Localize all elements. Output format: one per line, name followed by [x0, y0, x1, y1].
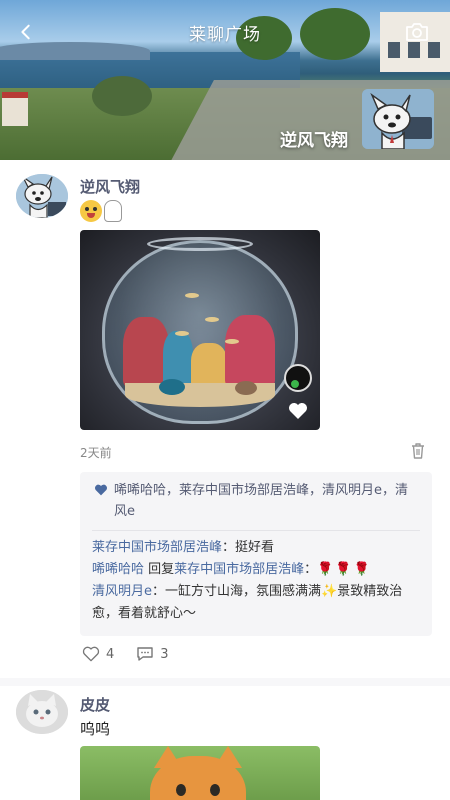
post-actions: 4 3: [82, 646, 191, 662]
cat-avatar-image: [16, 690, 68, 734]
cover-user-name: 逆风飞翔: [280, 131, 348, 151]
like-button[interactable]: 4: [82, 646, 114, 662]
post-time: 2天前: [80, 446, 112, 460]
stone: [235, 381, 257, 395]
cat-eye: [176, 784, 186, 796]
author-name[interactable]: 皮皮: [80, 694, 110, 715]
comment-box: 唏唏哈哈，莱存中国市场部居浩峰，清风明月e，清风e 莱存中国市场部居浩峰：挺好看…: [80, 472, 432, 636]
comment-item[interactable]: 清风明月e：一缸方寸山海，氛围感满满✨景致精致治愈，看着就舒心～: [92, 581, 420, 625]
trash-icon: [412, 443, 424, 459]
comment-author[interactable]: 唏唏哈哈: [92, 562, 144, 577]
likes-names: 唏唏哈哈，莱存中国市场部居浩峰，清风明月e，清风e: [114, 483, 408, 519]
comment-button[interactable]: 3: [136, 646, 169, 662]
cover-user: 逆风飞翔: [280, 86, 434, 151]
post-text: 呜呜: [80, 720, 111, 738]
comment-icon: [137, 647, 153, 661]
author-avatar[interactable]: [16, 174, 68, 218]
coral: [225, 315, 275, 387]
heart-icon: [95, 484, 107, 496]
fish: [175, 331, 189, 336]
comment-item[interactable]: 莱存中国市场部居浩峰：挺好看: [92, 537, 420, 559]
cat-photo[interactable]: [80, 746, 320, 800]
coral: [191, 343, 227, 387]
tongue-hand-emoji: [104, 200, 122, 222]
like-count: 4: [106, 646, 115, 662]
author-avatar[interactable]: [16, 690, 68, 734]
reply-target[interactable]: 莱存中国市场部居浩峰: [174, 562, 304, 577]
grinning-face-emoji: [80, 200, 102, 222]
comment-count: 3: [160, 646, 169, 662]
photo-badge-icon: [284, 364, 312, 392]
cover-image: 莱聊广场 逆风飞翔: [0, 0, 450, 160]
stone: [159, 379, 185, 395]
fish: [225, 339, 239, 344]
rose-emojis: 🌹🌹🌹: [317, 562, 372, 577]
page-title: 莱聊广场: [189, 25, 261, 45]
top-bar: 莱聊广场: [0, 14, 450, 50]
dog-avatar-image: [362, 88, 434, 149]
comment-item[interactable]: 唏唏哈哈 回复莱存中国市场部居浩峰：🌹🌹🌹: [92, 559, 420, 581]
dog-avatar-image: [16, 174, 68, 218]
cat-eye: [210, 784, 220, 796]
camera-button[interactable]: [402, 18, 432, 46]
bowl-rim: [147, 237, 253, 251]
reply-word: 回复: [144, 562, 175, 577]
comment-author[interactable]: 莱存中国市场部居浩峰: [92, 540, 222, 555]
likes-list: 唏唏哈哈，莱存中国市场部居浩峰，清风明月e，清风e: [92, 480, 420, 522]
fish-bowl-photo[interactable]: [80, 230, 320, 430]
post-separator: [0, 678, 450, 686]
divider: [92, 530, 420, 531]
cat-figure: [150, 746, 246, 800]
post-emoji-content: [80, 200, 122, 222]
cover-avatar[interactable]: [362, 88, 434, 149]
heart-icon: [289, 403, 307, 419]
author-name[interactable]: 逆风飞翔: [80, 176, 140, 197]
heart-outline-icon: [82, 646, 100, 662]
camera-icon: [406, 23, 428, 41]
signboard: [2, 92, 28, 126]
fish-bowl: [102, 237, 298, 424]
photo-like-button[interactable]: [288, 402, 308, 424]
fish: [205, 317, 219, 322]
delete-button[interactable]: [410, 442, 428, 460]
fish: [185, 293, 199, 298]
comment-author[interactable]: 清风明月e: [92, 584, 152, 599]
bush: [92, 76, 152, 116]
comment-text: 挺好看: [235, 540, 275, 555]
